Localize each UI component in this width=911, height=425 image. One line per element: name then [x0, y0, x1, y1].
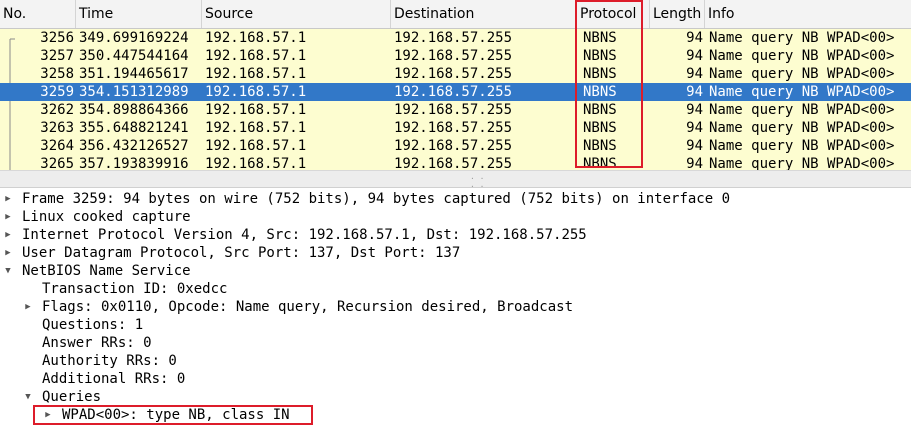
packet-destination: 192.168.57.255 — [394, 66, 513, 82]
packet-info: Name query NB WPAD<00> — [709, 120, 895, 136]
packet-time: 355.648821241 — [79, 120, 189, 136]
packet-length: 94 — [686, 138, 703, 154]
detail-frame[interactable]: Frame 3259: 94 bytes on wire (752 bits),… — [22, 190, 730, 208]
packet-info: Name query NB WPAD<00> — [709, 66, 895, 82]
packet-destination: 192.168.57.255 — [394, 138, 513, 154]
packet-info: Name query NB WPAD<00> — [709, 30, 895, 46]
detail-additional-rrs[interactable]: Additional RRs: 0 — [42, 370, 185, 388]
packet-destination: 192.168.57.255 — [394, 102, 513, 118]
packet-row[interactable]: 3257 350.447544164 192.168.57.1 192.168.… — [0, 47, 911, 65]
detail-answer-rrs[interactable]: Answer RRs: 0 — [42, 334, 152, 352]
packet-length: 94 — [686, 120, 703, 136]
packet-row[interactable]: 3258 351.194465617 192.168.57.1 192.168.… — [0, 65, 911, 83]
detail-flags[interactable]: Flags: 0x0110, Opcode: Name query, Recur… — [42, 298, 573, 316]
detail-authority-rrs[interactable]: Authority RRs: 0 — [42, 352, 177, 370]
triangle-right-icon[interactable]: ▶ — [3, 244, 13, 262]
packet-source: 192.168.57.1 — [205, 138, 307, 154]
triangle-down-icon[interactable]: ▼ — [3, 262, 13, 280]
packet-source: 192.168.57.1 — [205, 102, 307, 118]
detail-queries[interactable]: Queries — [42, 388, 101, 406]
column-header-no[interactable]: No. — [0, 0, 76, 28]
detail-udp[interactable]: User Datagram Protocol, Src Port: 137, D… — [22, 244, 460, 262]
packet-details-pane[interactable]: ▶ Frame 3259: 94 bytes on wire (752 bits… — [0, 190, 911, 425]
packet-no: 3262 — [40, 102, 74, 118]
triangle-down-icon[interactable]: ▼ — [23, 388, 33, 406]
packet-no: 3257 — [40, 48, 74, 64]
packet-no: 3258 — [40, 66, 74, 82]
packet-source: 192.168.57.1 — [205, 30, 307, 46]
packet-info: Name query NB WPAD<00> — [709, 138, 895, 154]
triangle-right-icon[interactable]: ▶ — [3, 208, 13, 226]
detail-transaction-id[interactable]: Transaction ID: 0xedcc — [42, 280, 227, 298]
packet-no: 3256 — [40, 30, 74, 46]
packet-length: 94 — [686, 84, 703, 100]
column-header-info[interactable]: Info — [705, 0, 911, 28]
packet-source: 192.168.57.1 — [205, 66, 307, 82]
detail-ipv4[interactable]: Internet Protocol Version 4, Src: 192.16… — [22, 226, 587, 244]
packet-row[interactable]: 3256 349.699169224 192.168.57.1 192.168.… — [0, 29, 911, 47]
packet-destination: 192.168.57.255 — [394, 84, 513, 100]
detail-nbns[interactable]: NetBIOS Name Service — [22, 262, 191, 280]
triangle-right-icon[interactable]: ▶ — [3, 226, 13, 244]
column-header-time[interactable]: Time — [76, 0, 202, 28]
packet-time: 351.194465617 — [79, 66, 189, 82]
packet-info: Name query NB WPAD<00> — [709, 102, 895, 118]
packet-time: 354.151312989 — [79, 84, 189, 100]
packet-length: 94 — [686, 30, 703, 46]
packet-time: 350.447544164 — [79, 48, 189, 64]
packet-time: 349.699169224 — [79, 30, 189, 46]
packet-info: Name query NB WPAD<00> — [709, 48, 895, 64]
packet-list-header: No. Time Source Destination Protocol Len… — [0, 0, 911, 29]
column-header-destination[interactable]: Destination — [391, 0, 577, 28]
packet-no: 3263 — [40, 120, 74, 136]
packet-no: 3264 — [40, 138, 74, 154]
protocol-highlight-box — [575, 0, 643, 168]
packet-length: 94 — [686, 48, 703, 64]
column-header-length[interactable]: Length — [650, 0, 705, 28]
pane-splitter[interactable]: · · · · — [0, 170, 911, 191]
triangle-right-icon[interactable]: ▶ — [23, 298, 33, 316]
packet-time: 356.432126527 — [79, 138, 189, 154]
splitter-grip-icon[interactable]: · · · · — [470, 175, 486, 191]
packet-row-selected[interactable]: 3259 354.151312989 192.168.57.1 192.168.… — [0, 83, 911, 101]
packet-row[interactable]: 3263 355.648821241 192.168.57.1 192.168.… — [0, 119, 911, 137]
packet-source: 192.168.57.1 — [205, 84, 307, 100]
packet-source: 192.168.57.1 — [205, 120, 307, 136]
packet-info: Name query NB WPAD<00> — [709, 84, 895, 100]
triangle-right-icon[interactable]: ▶ — [3, 190, 13, 208]
packet-row[interactable]: 3262 354.898864366 192.168.57.1 192.168.… — [0, 101, 911, 119]
packet-destination: 192.168.57.255 — [394, 30, 513, 46]
packet-time: 354.898864366 — [79, 102, 189, 118]
packet-destination: 192.168.57.255 — [394, 120, 513, 136]
packet-destination: 192.168.57.255 — [394, 48, 513, 64]
packet-length: 94 — [686, 66, 703, 82]
packet-length: 94 — [686, 102, 703, 118]
column-header-source[interactable]: Source — [202, 0, 391, 28]
detail-questions[interactable]: Questions: 1 — [42, 316, 143, 334]
packet-no: 3259 — [40, 84, 74, 100]
query-highlight-box — [33, 405, 313, 425]
packet-source: 192.168.57.1 — [205, 48, 307, 64]
packet-row[interactable]: 3264 356.432126527 192.168.57.1 192.168.… — [0, 137, 911, 155]
packet-list[interactable]: 3256 349.699169224 192.168.57.1 192.168.… — [0, 29, 911, 175]
detail-linux-cooked[interactable]: Linux cooked capture — [22, 208, 191, 226]
